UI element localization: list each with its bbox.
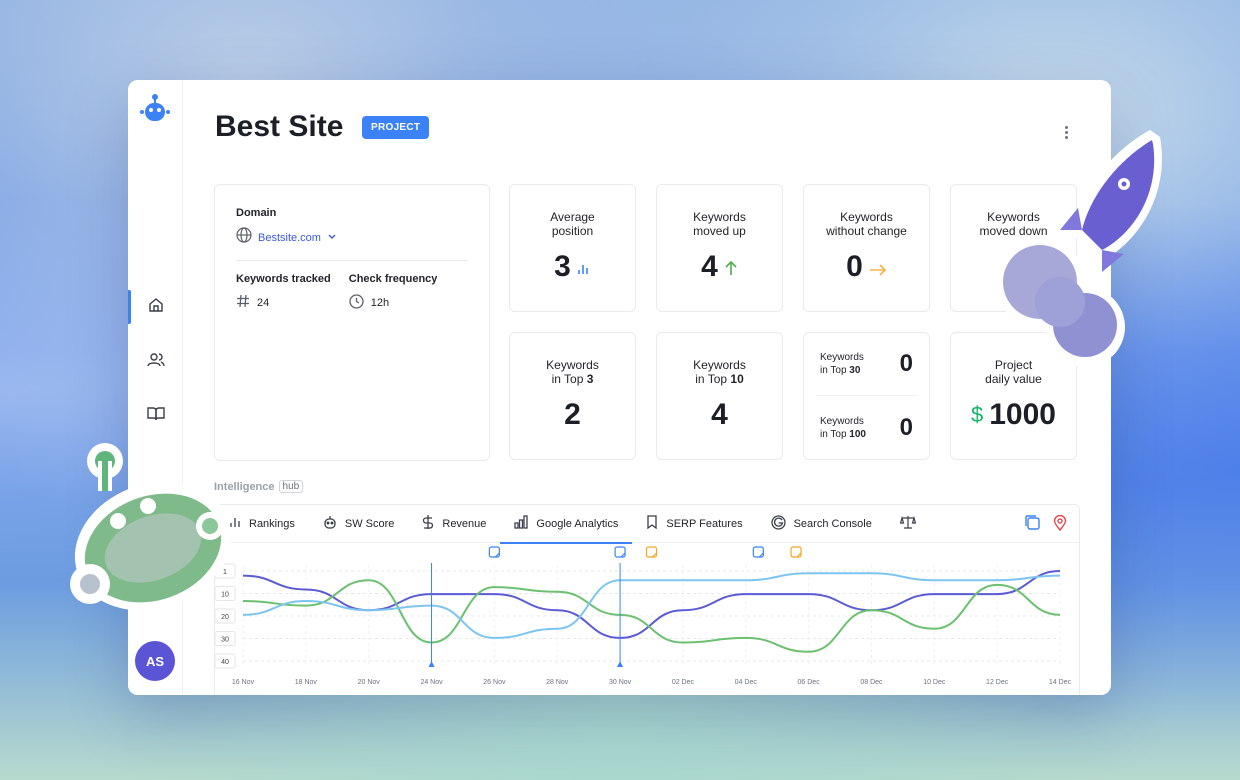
stat-no-change: Keywords without change 0 bbox=[803, 184, 930, 312]
page-title: Best Site bbox=[215, 110, 344, 143]
tab-compare[interactable] bbox=[886, 505, 930, 543]
stat-moved-up: Keywords moved up 4 bbox=[656, 184, 783, 312]
stat-top-30: Keywords in Top 30 0 bbox=[816, 333, 917, 396]
tab-search-console[interactable]: Search Console bbox=[757, 505, 886, 543]
stat-top-3: Keywords in Top 3 2 bbox=[509, 332, 636, 460]
y-tick-label: 30 bbox=[221, 637, 229, 644]
home-icon bbox=[148, 297, 164, 318]
x-tick-label: 12 Dec bbox=[986, 679, 1009, 686]
x-tick-label: 10 Dec bbox=[923, 679, 946, 686]
event-marker-icon bbox=[617, 661, 624, 667]
x-tick-label: 20 Nov bbox=[358, 679, 381, 686]
x-tick-label: 16 Nov bbox=[232, 679, 255, 686]
x-tick-label: 14 Dec bbox=[1049, 679, 1072, 686]
stat-top-30-100: Keywords in Top 30 0 Keywords in Top 100 0 bbox=[803, 332, 930, 460]
note-icon bbox=[645, 546, 658, 558]
hub-tabs: Rankings SW Score Revenue Google Analyti… bbox=[215, 505, 1079, 544]
tab-sw-score[interactable]: SW Score bbox=[309, 505, 409, 543]
rocket-sticker-icon bbox=[995, 130, 1162, 367]
stat-average-position: Average position 3 bbox=[509, 184, 636, 312]
stat-label: Keywords in Top 10 bbox=[693, 358, 746, 386]
event-marker-icon bbox=[428, 661, 435, 667]
robot-mascot-icon bbox=[70, 443, 232, 611]
check-frequency-label: Check frequency bbox=[348, 273, 438, 285]
tab-serp-features[interactable]: SERP Features bbox=[632, 505, 756, 543]
project-badge: PROJECT bbox=[362, 116, 430, 139]
dollar-icon bbox=[422, 515, 434, 532]
users-icon bbox=[146, 352, 165, 373]
clock-icon bbox=[349, 294, 364, 312]
stat-top-100: Keywords in Top 100 0 bbox=[820, 413, 913, 441]
hash-icon bbox=[236, 294, 250, 311]
domain-link[interactable]: Bestsite.com bbox=[258, 232, 321, 244]
sidebar-item-users[interactable] bbox=[128, 345, 183, 379]
location-pin-icon[interactable] bbox=[1053, 514, 1067, 536]
y-tick-label: 40 bbox=[221, 659, 229, 666]
note-icon bbox=[488, 546, 500, 558]
tab-google-analytics[interactable]: Google Analytics bbox=[500, 505, 633, 544]
note-icon bbox=[752, 546, 764, 558]
stat-value: 3 bbox=[554, 250, 571, 283]
bar-chart-icon bbox=[577, 250, 591, 284]
analytics-line-chart: 11020304016 Nov 18 Nov 20 Nov 24 Nov 26 Nov 2… bbox=[215, 546, 1072, 686]
robot-logo-icon[interactable] bbox=[140, 92, 170, 126]
domain-selector[interactable]: Bestsite.com bbox=[236, 227, 468, 261]
x-tick-label: 26 Nov bbox=[483, 679, 506, 686]
book-icon bbox=[146, 406, 165, 427]
x-tick-label: 04 Dec bbox=[735, 679, 758, 686]
analytics-icon bbox=[514, 515, 529, 532]
note-icon bbox=[790, 546, 802, 558]
keywords-tracked: Keywords tracked 24 bbox=[236, 273, 331, 312]
x-tick-label: 06 Dec bbox=[798, 679, 821, 686]
note-icon bbox=[614, 546, 626, 558]
stat-value: 0 bbox=[899, 413, 913, 441]
project-info-card: Domain Bestsite.com Keywords tracked 24 bbox=[214, 184, 490, 461]
y-tick-label: 20 bbox=[221, 614, 229, 621]
x-tick-label: 18 Nov bbox=[295, 679, 318, 686]
keywords-tracked-label: Keywords tracked bbox=[236, 273, 331, 285]
stat-value: 4 bbox=[701, 250, 718, 283]
stat-value: 0 bbox=[846, 250, 863, 283]
notes-icon[interactable] bbox=[1025, 515, 1041, 536]
stat-value: 2 bbox=[564, 398, 581, 431]
stat-label: Keywords in Top 3 bbox=[546, 358, 599, 386]
sidebar-item-docs[interactable] bbox=[128, 399, 183, 433]
sidebar-item-home[interactable] bbox=[128, 290, 183, 324]
stat-label: Keywords without change bbox=[826, 210, 907, 238]
globe-icon bbox=[236, 227, 252, 248]
stat-label: Keywords moved up bbox=[693, 210, 746, 238]
stat-top-10: Keywords in Top 10 4 bbox=[656, 332, 783, 460]
arrow-right-icon bbox=[869, 250, 887, 284]
avatar[interactable]: AS bbox=[135, 641, 175, 681]
stat-value: 4 bbox=[711, 398, 728, 431]
stat-value: 0 bbox=[899, 350, 913, 377]
stat-label: Average position bbox=[550, 210, 595, 238]
app-window: AS Best Site PROJECT Domain Bestsite.com… bbox=[128, 80, 1111, 695]
currency-symbol: $ bbox=[971, 402, 984, 427]
chevron-down-icon bbox=[327, 229, 337, 247]
stat-value: 1000 bbox=[989, 398, 1056, 431]
google-icon bbox=[770, 514, 786, 533]
keywords-tracked-value: 24 bbox=[257, 296, 270, 309]
intelligence-hub-panel: Rankings SW Score Revenue Google Analyti… bbox=[214, 504, 1080, 695]
check-frequency: Check frequency 12h bbox=[349, 273, 438, 312]
x-tick-label: 02 Dec bbox=[672, 679, 695, 686]
tab-revenue[interactable]: Revenue bbox=[408, 505, 500, 543]
x-tick-label: 24 Nov bbox=[420, 679, 443, 686]
bookmark-icon bbox=[646, 515, 658, 532]
arrow-up-icon bbox=[724, 250, 738, 284]
domain-label: Domain bbox=[236, 207, 277, 219]
check-frequency-value: 12h bbox=[370, 297, 390, 309]
x-tick-label: 28 Nov bbox=[546, 679, 569, 686]
scale-icon bbox=[899, 515, 917, 532]
robot-icon bbox=[323, 515, 337, 532]
x-tick-label: 30 Nov bbox=[609, 679, 632, 686]
x-tick-label: 08 Dec bbox=[860, 679, 883, 686]
